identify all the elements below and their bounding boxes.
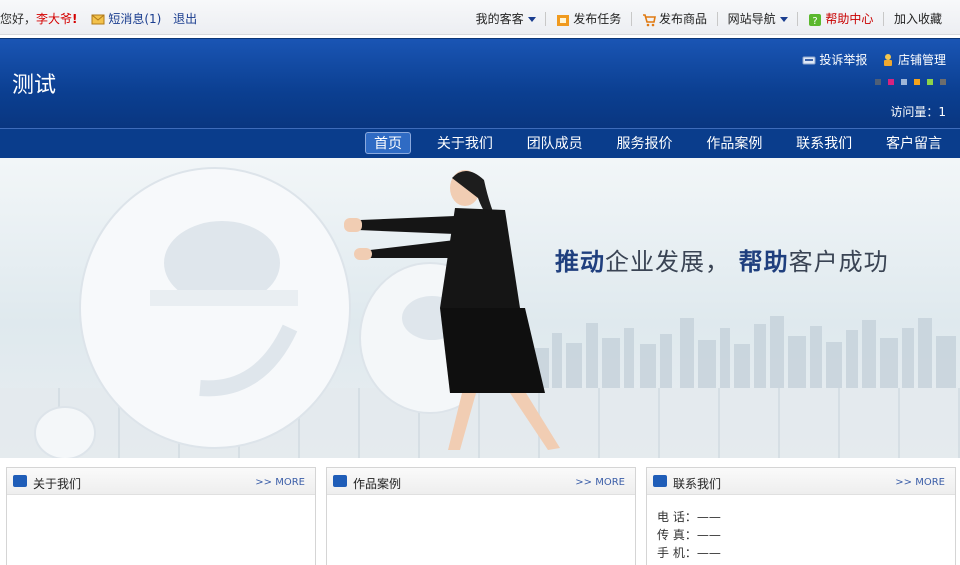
divider xyxy=(631,11,633,26)
nav-item-works[interactable]: 作品案例 xyxy=(698,133,770,155)
divider xyxy=(797,11,799,26)
task-icon xyxy=(557,14,570,26)
theme-color-swatch[interactable] xyxy=(927,79,933,85)
contact-fax: 传 真：—— xyxy=(657,528,721,542)
envelope-icon xyxy=(91,14,105,24)
user-greeting-area: 您好，李大爷! 短消息(1) 退出 xyxy=(0,10,197,27)
post-goods-link[interactable]: 发布商品 xyxy=(636,10,713,27)
panel-title: 作品案例 xyxy=(353,477,402,491)
chevron-down-icon xyxy=(779,17,788,22)
nav-item-about[interactable]: 关于我们 xyxy=(429,133,501,155)
report-icon xyxy=(802,56,816,64)
shop-manage-link[interactable]: 店铺管理 xyxy=(881,52,946,67)
slogan-part-3: 帮助 xyxy=(738,248,789,276)
main-nav: 首页 关于我们 团队成员 服务报价 作品案例 联系我们 客户留言 xyxy=(0,128,960,158)
messages-label: 短消息(1) xyxy=(108,12,162,26)
slogan-part-2: 企业发展， xyxy=(605,248,730,276)
panel-header: 作品案例 >> MORE xyxy=(327,468,635,495)
banner-illustration xyxy=(34,167,956,458)
slogan-part-1: 推动 xyxy=(555,248,605,276)
post-task-label: 发布任务 xyxy=(573,12,622,26)
nav-item-contact[interactable]: 联系我们 xyxy=(788,133,860,155)
theme-color-swatch[interactable] xyxy=(875,79,881,85)
theme-color-swatch[interactable] xyxy=(940,79,946,85)
panel-title: 关于我们 xyxy=(33,477,82,491)
section-icon xyxy=(653,475,667,487)
my-guest-label: 我的客客 xyxy=(475,12,524,26)
site-nav-menu[interactable]: 网站导航 xyxy=(722,10,794,27)
section-icon xyxy=(13,475,27,487)
cart-icon xyxy=(642,13,656,26)
nav-item-messages[interactable]: 客户留言 xyxy=(878,133,950,155)
post-task-link[interactable]: 发布任务 xyxy=(550,10,627,27)
report-link[interactable]: 投诉举报 xyxy=(802,52,868,67)
more-link[interactable]: >> MORE xyxy=(255,477,305,488)
post-goods-label: 发布商品 xyxy=(658,12,707,26)
top-links: 我的客客 发布任务 发布商品 网站导航 ? 帮助中心 加入收藏 xyxy=(470,10,948,27)
visit-counter: 访问量：1 xyxy=(890,105,946,119)
city-skyline xyxy=(535,316,956,388)
alert-mark: ! xyxy=(72,11,78,26)
header-links: 投诉举报 店铺管理 xyxy=(802,51,946,68)
theme-color-swatch[interactable] xyxy=(914,79,920,85)
theme-color-picker xyxy=(868,74,946,88)
site-title: 测试 xyxy=(12,73,57,98)
my-guest-menu[interactable]: 我的客客 xyxy=(470,10,542,27)
help-center-label: 帮助中心 xyxy=(825,12,874,26)
contact-panel: 联系我们 >> MORE 电 话：—— 传 真：—— 手 机：—— xyxy=(646,467,956,565)
slogan-part-4: 客户成功 xyxy=(788,248,889,276)
divider xyxy=(716,11,718,26)
works-panel: 作品案例 >> MORE xyxy=(326,467,636,565)
e-letter-graphic xyxy=(34,167,501,458)
help-icon: ? xyxy=(809,13,822,27)
greeting-text: 您好， xyxy=(0,12,37,26)
divider xyxy=(545,11,547,26)
help-center-link[interactable]: ? 帮助中心 xyxy=(802,10,879,27)
report-label: 投诉举报 xyxy=(819,53,868,67)
svg-text:?: ? xyxy=(813,16,818,27)
add-favorite-link[interactable]: 加入收藏 xyxy=(888,10,948,27)
theme-color-swatch[interactable] xyxy=(901,79,907,85)
contact-info: 电 话：—— 传 真：—— 手 机：—— xyxy=(657,508,721,562)
about-panel: 关于我们 >> MORE xyxy=(6,467,316,565)
banner-slogan: 推动企业发展， 帮助客户成功 xyxy=(555,242,889,277)
divider xyxy=(883,11,885,26)
panel-header: 联系我们 >> MORE xyxy=(647,468,955,495)
shop-manage-label: 店铺管理 xyxy=(897,53,946,67)
shop-manage-icon xyxy=(883,53,892,66)
logout-link[interactable]: 退出 xyxy=(173,10,197,27)
panel-title: 联系我们 xyxy=(673,477,722,491)
hero-banner: 推动企业发展， 帮助客户成功 xyxy=(0,158,960,458)
shop-header: 测试 投诉举报 店铺管理 访问量：1 xyxy=(0,38,960,128)
chevron-down-icon xyxy=(527,17,536,22)
username-link[interactable]: 李大爷 xyxy=(36,10,72,27)
nav-item-team[interactable]: 团队成员 xyxy=(519,133,591,155)
contact-phone: 电 话：—— xyxy=(657,510,721,524)
messages-link[interactable]: 短消息(1) xyxy=(91,10,161,27)
more-link[interactable]: >> MORE xyxy=(895,477,945,488)
panel-header: 关于我们 >> MORE xyxy=(7,468,315,495)
theme-color-swatch[interactable] xyxy=(888,79,894,85)
nav-item-pricing[interactable]: 服务报价 xyxy=(609,133,681,155)
contact-mobile: 手 机：—— xyxy=(657,546,721,560)
nav-item-home[interactable]: 首页 xyxy=(365,132,412,154)
more-link[interactable]: >> MORE xyxy=(575,477,625,488)
top-bar: 您好，李大爷! 短消息(1) 退出 我的客客 发布任务 发布商品 网站导航 ? 帮… xyxy=(0,0,960,35)
section-icon xyxy=(333,475,347,487)
site-nav-label: 网站导航 xyxy=(727,12,776,26)
